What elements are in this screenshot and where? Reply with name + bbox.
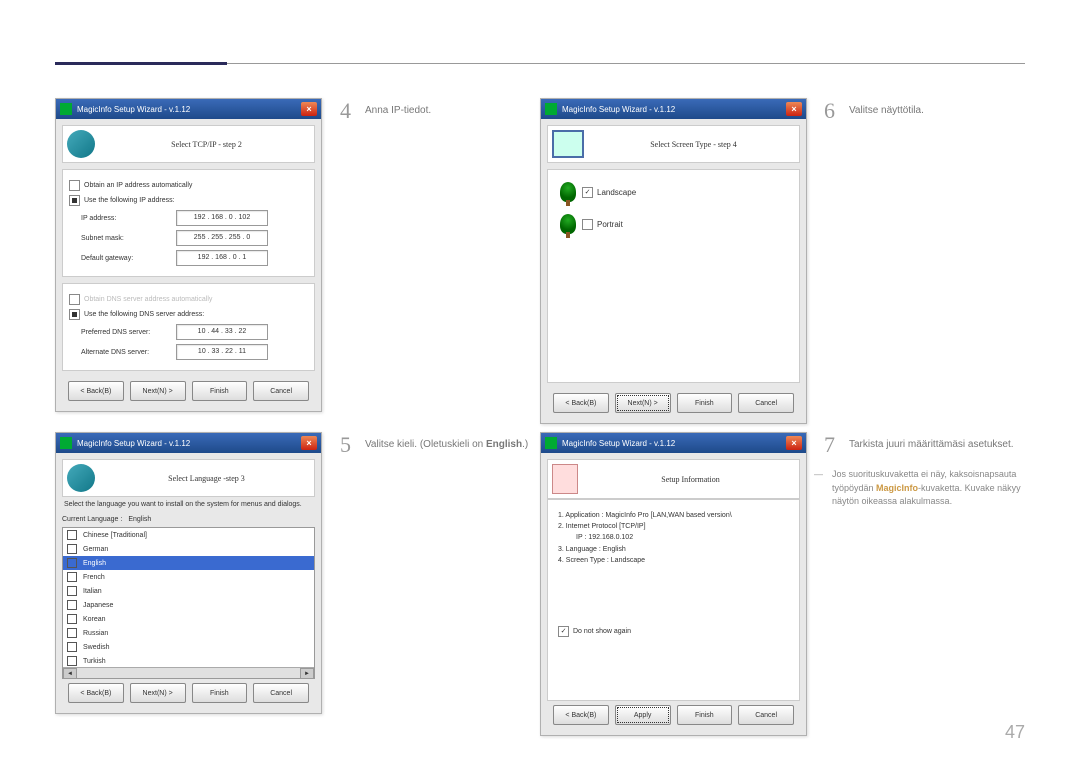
app-icon	[60, 437, 72, 449]
app-icon	[545, 437, 557, 449]
finish-button[interactable]: Finish	[192, 381, 248, 401]
adns-input[interactable]: 10 . 33 . 22 . 11	[176, 344, 268, 360]
back-button[interactable]: < Back(B)	[68, 683, 124, 703]
step5-num: 5	[340, 432, 351, 458]
landscape-checkbox[interactable]	[582, 187, 593, 198]
apply-button[interactable]: Apply	[615, 705, 671, 725]
tree-icon	[560, 214, 576, 234]
gateway-input[interactable]: 192 . 168 . 0 . 1	[176, 250, 268, 266]
close-icon[interactable]: ×	[301, 436, 317, 450]
portrait-checkbox[interactable]	[582, 219, 593, 230]
close-icon[interactable]: ×	[786, 102, 802, 116]
step7-title: Setup Information	[586, 475, 795, 484]
monitor-icon	[552, 130, 584, 158]
ip-input[interactable]: 192 . 168 . 0 . 102	[176, 210, 268, 226]
use-dns-checkbox[interactable]	[69, 309, 80, 320]
step7-note: ―Jos suorituskuvaketta ei näy, kaksoisna…	[824, 468, 1024, 509]
pdns-input[interactable]: 10 . 44 . 33 . 22	[176, 324, 268, 340]
finish-button[interactable]: Finish	[677, 705, 733, 725]
noshow-checkbox[interactable]	[558, 626, 569, 637]
finish-button[interactable]: Finish	[192, 683, 248, 703]
language-list[interactable]: Chinese [Traditional] German English Fre…	[62, 527, 315, 679]
step6-title: Select Screen Type - step 4	[592, 140, 795, 149]
auto-ip-checkbox[interactable]	[69, 180, 80, 191]
cancel-button[interactable]: Cancel	[253, 683, 309, 703]
next-button[interactable]: Next(N) >	[130, 683, 186, 703]
use-ip-checkbox[interactable]	[69, 195, 80, 206]
app-icon	[545, 103, 557, 115]
step5-desc: Valitse kieli. (Oletuskieli on English.)	[365, 432, 528, 458]
hand-icon	[552, 464, 578, 494]
win-title: MagicInfo Setup Wizard - v.1.12	[77, 105, 190, 114]
back-button[interactable]: < Back(B)	[553, 393, 609, 413]
close-icon[interactable]: ×	[786, 436, 802, 450]
cancel-button[interactable]: Cancel	[738, 705, 794, 725]
globe-icon	[67, 464, 95, 492]
next-button[interactable]: Next(N) >	[615, 393, 671, 413]
step5-title: Select Language -step 3	[103, 474, 310, 483]
step4-num: 4	[340, 98, 351, 124]
step6-num: 6	[824, 98, 835, 124]
win-step6: MagicInfo Setup Wizard - v.1.12× Select …	[540, 98, 807, 424]
close-icon[interactable]: ×	[301, 102, 317, 116]
page-number: 47	[1005, 722, 1025, 743]
tree-icon	[560, 182, 576, 202]
finish-button[interactable]: Finish	[677, 393, 733, 413]
step4-title: Select TCP/IP - step 2	[103, 140, 310, 149]
step4-desc: Anna IP-tiedot.	[365, 98, 431, 124]
back-button[interactable]: < Back(B)	[68, 381, 124, 401]
scroll-right-icon[interactable]: ►	[300, 668, 314, 679]
step7-desc: Tarkista juuri määrittämäsi asetukset.	[849, 432, 1014, 458]
win-step7: MagicInfo Setup Wizard - v.1.12× Setup I…	[540, 432, 807, 736]
next-button[interactable]: Next(N) >	[130, 381, 186, 401]
subnet-input[interactable]: 255 . 255 . 255 . 0	[176, 230, 268, 246]
auto-dns-checkbox	[69, 294, 80, 305]
win-step5: MagicInfo Setup Wizard - v.1.12× Select …	[55, 432, 322, 714]
cancel-button[interactable]: Cancel	[253, 381, 309, 401]
step6-desc: Valitse näyttötila.	[849, 98, 924, 124]
cancel-button[interactable]: Cancel	[738, 393, 794, 413]
win-step4: MagicInfo Setup Wizard - v.1.12 × Select …	[55, 98, 322, 412]
globe-icon	[67, 130, 95, 158]
step7-num: 7	[824, 432, 835, 458]
app-icon	[60, 103, 72, 115]
scroll-left-icon[interactable]: ◄	[63, 668, 77, 679]
back-button[interactable]: < Back(B)	[553, 705, 609, 725]
